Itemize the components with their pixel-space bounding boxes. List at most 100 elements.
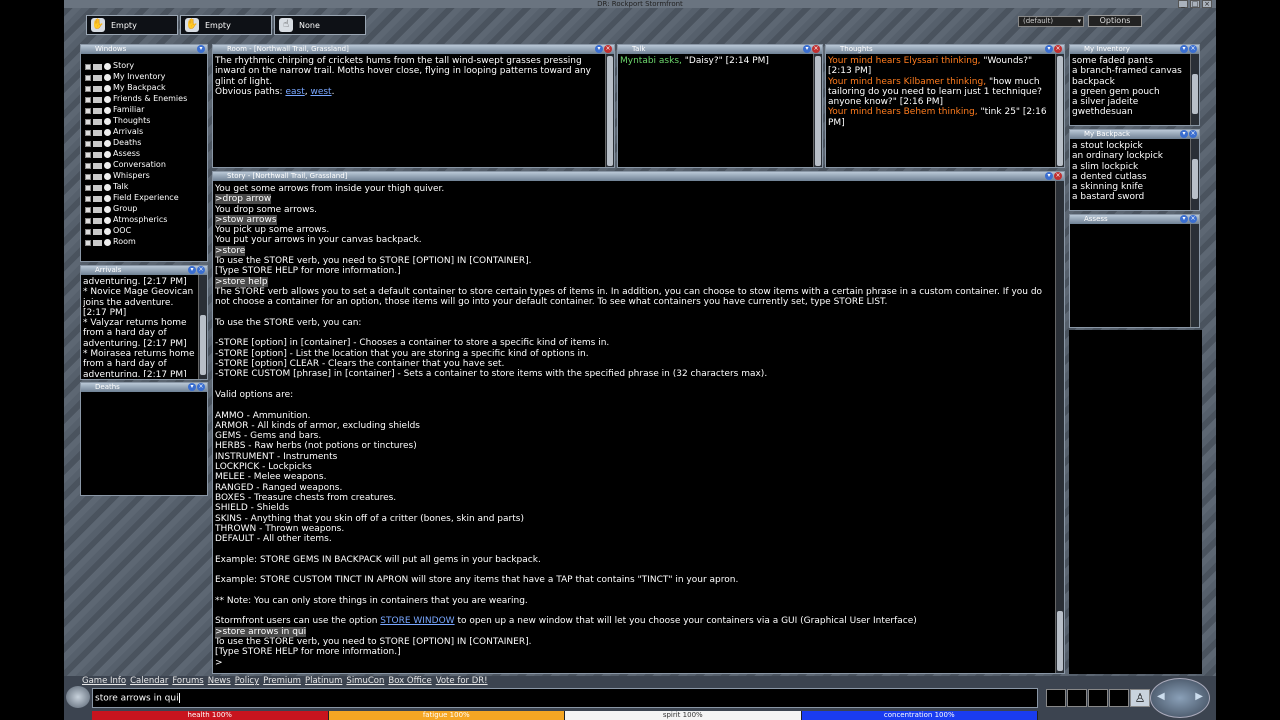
window-list-item[interactable]: Familiar bbox=[85, 105, 197, 116]
panel-menu-icon[interactable]: ▾ bbox=[803, 45, 811, 53]
window-checkbox[interactable] bbox=[85, 206, 91, 213]
window-checkbox[interactable] bbox=[85, 85, 91, 92]
right-hand-slot[interactable]: ✋ Empty bbox=[180, 15, 272, 35]
window-eye-icon[interactable] bbox=[104, 206, 111, 213]
window-checkbox[interactable] bbox=[85, 151, 91, 158]
profile-select[interactable]: (default) bbox=[1018, 16, 1084, 27]
window-checkbox[interactable] bbox=[85, 162, 91, 169]
window-eye-icon[interactable] bbox=[104, 228, 111, 235]
panel-close-icon[interactable]: × bbox=[1054, 172, 1062, 180]
command-input[interactable]: store arrows in qui bbox=[92, 688, 1038, 708]
panel-close-icon[interactable]: × bbox=[1054, 45, 1062, 53]
window-eye-icon[interactable] bbox=[104, 173, 111, 180]
panel-menu-icon[interactable]: ▾ bbox=[1045, 172, 1053, 180]
window-eye-icon[interactable] bbox=[104, 63, 111, 70]
panel-close-icon[interactable]: × bbox=[1189, 215, 1197, 223]
panel-menu-icon[interactable]: ▾ bbox=[188, 266, 196, 274]
bottom-link[interactable]: Box Office bbox=[388, 676, 431, 686]
window-list-item[interactable]: Field Experience bbox=[85, 193, 197, 204]
window-checkbox[interactable] bbox=[85, 107, 91, 114]
window-eye-icon[interactable] bbox=[104, 96, 111, 103]
window-checkbox[interactable] bbox=[85, 118, 91, 125]
backpack-scrollbar[interactable] bbox=[1190, 139, 1199, 210]
panel-close-icon[interactable]: × bbox=[1189, 130, 1197, 138]
bottom-link[interactable]: Policy bbox=[235, 676, 259, 686]
window-list-item[interactable]: Room bbox=[85, 237, 197, 248]
inventory-scrollbar[interactable] bbox=[1190, 54, 1199, 125]
compass-rose[interactable]: ◀ ▶ bbox=[1150, 678, 1210, 718]
panel-menu-icon[interactable]: ▾ bbox=[1180, 45, 1188, 53]
window-list-item[interactable]: Talk bbox=[85, 182, 197, 193]
options-button[interactable]: Options bbox=[1088, 15, 1142, 27]
window-eye-icon[interactable] bbox=[104, 140, 111, 147]
bottom-link[interactable]: News bbox=[208, 676, 231, 686]
panel-close-icon[interactable]: × bbox=[197, 266, 205, 274]
window-list-item[interactable]: OOC bbox=[85, 226, 197, 237]
talk-scrollbar[interactable] bbox=[813, 54, 822, 167]
spell-slot[interactable]: ☝ None bbox=[274, 15, 366, 35]
window-list-item[interactable]: Thoughts bbox=[85, 116, 197, 127]
panel-close-icon[interactable]: × bbox=[1189, 45, 1197, 53]
panel-close-icon[interactable]: × bbox=[197, 383, 205, 391]
bottom-link[interactable]: Forums bbox=[172, 676, 203, 686]
window-eye-icon[interactable] bbox=[104, 151, 111, 158]
path-west-link[interactable]: west bbox=[310, 87, 331, 97]
window-checkbox[interactable] bbox=[85, 140, 91, 147]
bottom-link[interactable]: Game Info bbox=[82, 676, 126, 686]
window-eye-icon[interactable] bbox=[104, 118, 111, 125]
panel-menu-icon[interactable]: ▾ bbox=[1180, 215, 1188, 223]
bottom-link[interactable]: SimuCon bbox=[346, 676, 384, 686]
window-list-item[interactable]: Assess bbox=[85, 149, 197, 160]
panel-close-icon[interactable]: × bbox=[604, 45, 612, 53]
window-eye-icon[interactable] bbox=[104, 195, 111, 202]
window-eye-icon[interactable] bbox=[104, 85, 111, 92]
window-list-item[interactable]: My Backpack bbox=[85, 83, 197, 94]
store-window-link[interactable]: STORE WINDOW bbox=[380, 616, 454, 626]
bottom-link[interactable]: Premium bbox=[263, 676, 301, 686]
left-hand-slot[interactable]: ✋ Empty bbox=[86, 15, 178, 35]
assess-scrollbar[interactable] bbox=[1190, 224, 1199, 327]
window-eye-icon[interactable] bbox=[104, 107, 111, 114]
window-list-item[interactable]: My Inventory bbox=[85, 72, 197, 83]
window-checkbox[interactable] bbox=[85, 129, 91, 136]
bottom-link[interactable]: Calendar bbox=[130, 676, 168, 686]
path-east-link[interactable]: east bbox=[285, 87, 304, 97]
compass-east-arrow-icon[interactable]: ▶ bbox=[1195, 691, 1203, 702]
panel-menu-icon[interactable]: ▾ bbox=[197, 45, 205, 53]
window-eye-icon[interactable] bbox=[104, 239, 111, 246]
window-eye-icon[interactable] bbox=[104, 162, 111, 169]
window-list-item[interactable]: Whispers bbox=[85, 171, 197, 182]
window-checkbox[interactable] bbox=[85, 184, 91, 191]
window-list-item[interactable]: Story bbox=[85, 61, 197, 72]
window-checkbox[interactable] bbox=[85, 74, 91, 81]
window-eye-icon[interactable] bbox=[104, 184, 111, 191]
maximize-button[interactable]: □ bbox=[1190, 0, 1200, 8]
window-list-item[interactable]: Deaths bbox=[85, 138, 197, 149]
bottom-link[interactable]: Platinum bbox=[305, 676, 342, 686]
window-checkbox[interactable] bbox=[85, 239, 91, 246]
minimize-button[interactable]: _ bbox=[1178, 0, 1188, 8]
panel-menu-icon[interactable]: ▾ bbox=[1045, 45, 1053, 53]
panel-menu-icon[interactable]: ▾ bbox=[188, 383, 196, 391]
window-list-item[interactable]: Atmospherics bbox=[85, 215, 197, 226]
panel-menu-icon[interactable]: ▾ bbox=[595, 45, 603, 53]
bottom-link[interactable]: Vote for DR! bbox=[436, 676, 488, 686]
window-checkbox[interactable] bbox=[85, 96, 91, 103]
compass-west-arrow-icon[interactable]: ◀ bbox=[1157, 691, 1165, 702]
window-eye-icon[interactable] bbox=[104, 217, 111, 224]
arrivals-scrollbar[interactable] bbox=[198, 275, 207, 379]
panel-close-icon[interactable]: × bbox=[812, 45, 820, 53]
room-scrollbar[interactable] bbox=[605, 54, 614, 167]
close-button[interactable]: × bbox=[1202, 0, 1212, 8]
thoughts-scrollbar[interactable] bbox=[1055, 54, 1064, 167]
panel-menu-icon[interactable]: ▾ bbox=[1180, 130, 1188, 138]
window-list-item[interactable]: Arrivals bbox=[85, 127, 197, 138]
story-scrollbar[interactable] bbox=[1055, 181, 1064, 673]
window-checkbox[interactable] bbox=[85, 217, 91, 224]
window-list-item[interactable]: Conversation bbox=[85, 160, 197, 171]
window-list-item[interactable]: Group bbox=[85, 204, 197, 215]
sphere-icon[interactable] bbox=[66, 686, 90, 708]
window-checkbox[interactable] bbox=[85, 173, 91, 180]
window-checkbox[interactable] bbox=[85, 195, 91, 202]
window-checkbox[interactable] bbox=[85, 63, 91, 70]
